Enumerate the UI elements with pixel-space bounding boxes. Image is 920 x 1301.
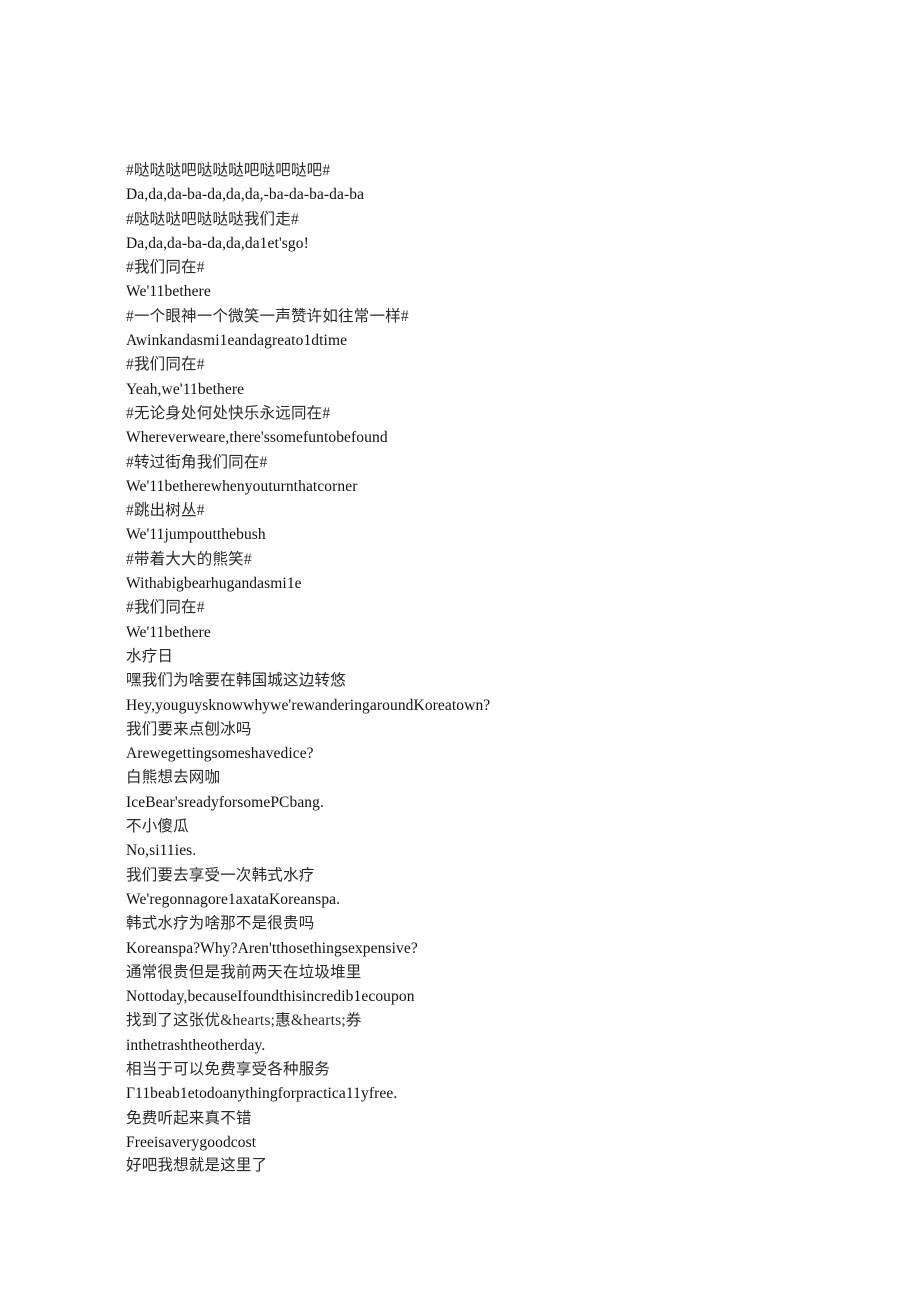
transcript-line: Arewegettingsomeshavedice? bbox=[126, 745, 314, 763]
transcript-line: 我们要去享受一次韩式水疗 bbox=[126, 866, 315, 884]
transcript-line: We'regonnagore1axataKoreanspa. bbox=[126, 890, 341, 908]
transcript-line: 找到了这张优&hearts;惠&hearts;券 bbox=[126, 1012, 362, 1030]
transcript-line: Withabigbearhugandasmi1e bbox=[126, 575, 302, 593]
transcript-line: inthetrashtheotherday. bbox=[126, 1036, 266, 1054]
transcript-line: 不小傻瓜 bbox=[126, 818, 189, 836]
transcript-line: 免费听起来真不错 bbox=[126, 1109, 252, 1127]
transcript-line: #哒哒哒吧哒哒哒我们走# bbox=[126, 210, 299, 228]
transcript-line: 好吧我想就是这里了 bbox=[126, 1157, 268, 1175]
transcript-text-block: #哒哒哒吧哒哒哒吧哒吧哒吧# Da,da,da-ba-da,da,da,-ba-d… bbox=[126, 159, 826, 1177]
transcript-line: 嘿我们为啥要在韩国城这边转悠 bbox=[126, 672, 346, 690]
transcript-line: #哒哒哒吧哒哒哒吧哒吧哒吧# bbox=[126, 162, 331, 179]
transcript-line: Yeah,we'11bethere bbox=[126, 380, 245, 398]
transcript-line: Freeisaverygoodcost bbox=[126, 1133, 257, 1151]
transcript-line: #我们同在# bbox=[126, 599, 205, 617]
transcript-line: #无论身处何处快乐永远同在# bbox=[126, 404, 331, 422]
transcript-line: Nottoday,becauseIfoundthisincredib1ecoup… bbox=[126, 988, 415, 1006]
transcript-line: 相当于可以免费享受各种服务 bbox=[126, 1060, 331, 1078]
transcript-line: 韩式水疗为啥那不是很贵吗 bbox=[126, 915, 315, 933]
transcript-line: Hey,youguysknowwhywe'rewanderingaroundKo… bbox=[126, 696, 491, 714]
transcript-line: We'11jumpoutthebush bbox=[126, 526, 266, 544]
transcript-line: Da,da,da-ba-da,da,da1et'sgo! bbox=[126, 234, 309, 252]
transcript-line: Awinkandasmi1eandagreato1dtime bbox=[126, 332, 348, 350]
transcript-line: #带着大大的熊笑# bbox=[126, 550, 252, 568]
transcript-line: We'11betherewhenyouturnthatcorner bbox=[126, 477, 358, 495]
transcript-line: 白熊想去网咖 bbox=[126, 769, 221, 787]
transcript-line: No,si11ies. bbox=[126, 842, 197, 860]
transcript-line: Koreanspa?Why?Aren'tthosethingsexpensive… bbox=[126, 939, 418, 957]
transcript-line: 通常很贵但是我前两天在垃圾堆里 bbox=[126, 963, 362, 981]
transcript-line: Whereverweare,there'ssomefuntobefound bbox=[126, 429, 388, 447]
transcript-line: Γ11beab1etodoanythingforpractica11yfree. bbox=[126, 1085, 398, 1103]
transcript-line: 我们要来点刨冰吗 bbox=[126, 720, 252, 738]
transcript-line: 水疗日 bbox=[126, 647, 174, 665]
transcript-line: #一个眼神一个微笑一声赞许如往常一样# bbox=[126, 307, 409, 325]
transcript-line: We'11bethere bbox=[126, 283, 211, 301]
transcript-line: #我们同在# bbox=[126, 259, 205, 277]
transcript-line: Da,da,da-ba-da,da,da,-ba-da-ba-da-ba bbox=[126, 186, 365, 204]
transcript-line: We'11bethere bbox=[126, 623, 211, 641]
transcript-line: #跳出树丛# bbox=[126, 502, 205, 520]
transcript-line: IceBear'sreadyforsomePCbang. bbox=[126, 793, 324, 811]
transcript-line: #转过街角我们同在# bbox=[126, 453, 268, 471]
transcript-line: #我们同在# bbox=[126, 356, 205, 374]
